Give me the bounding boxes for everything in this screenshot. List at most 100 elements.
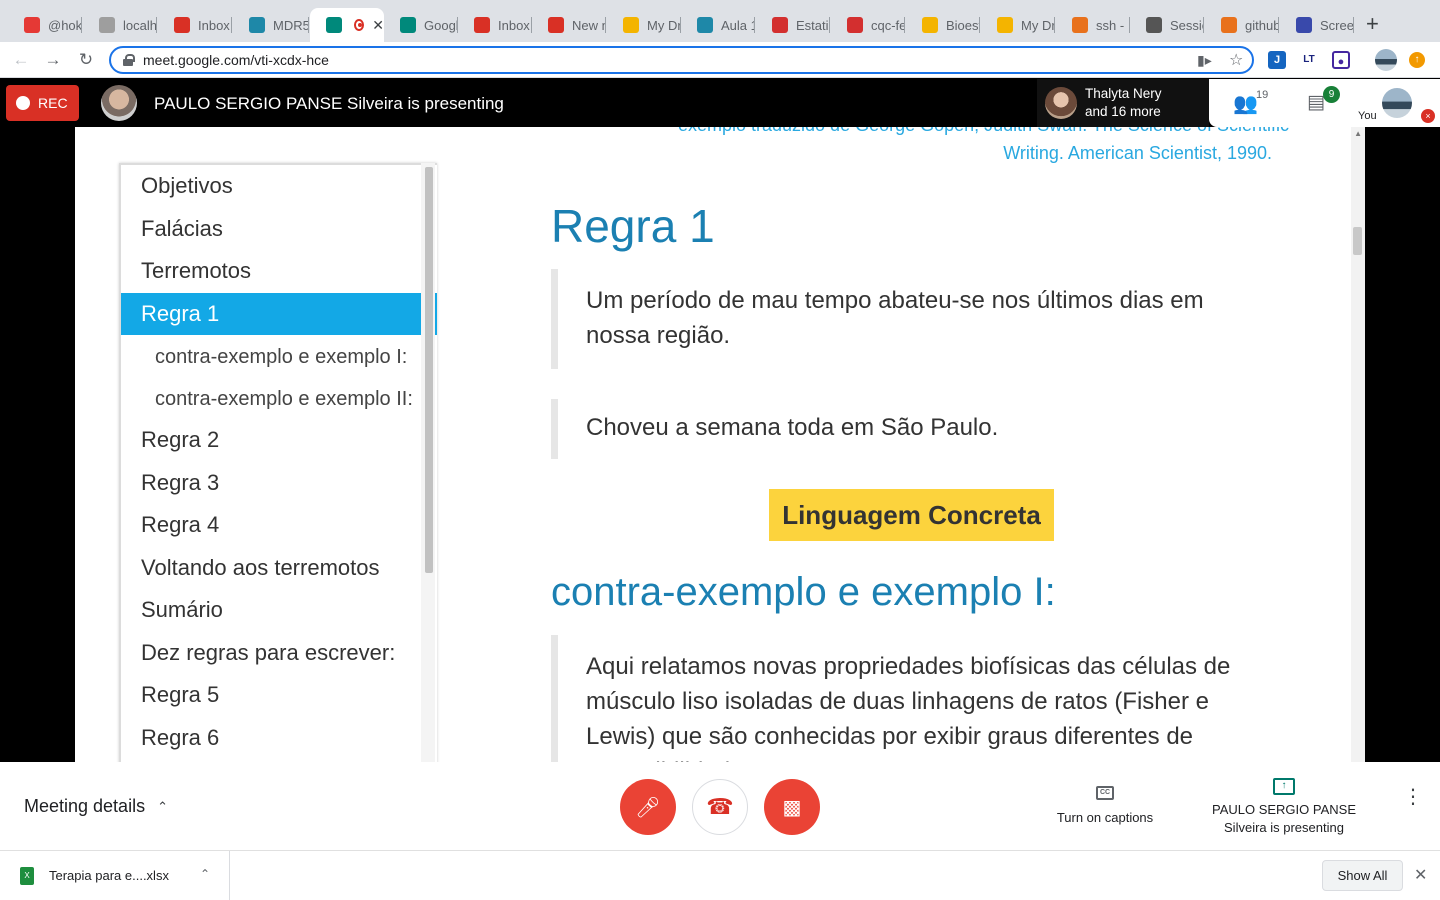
meet-icon bbox=[326, 17, 342, 33]
close-icon[interactable]: ✕ bbox=[1414, 865, 1427, 885]
tab-label: Inbox bbox=[498, 17, 530, 33]
scroll-up-arrow-icon[interactable]: ▲ bbox=[1354, 129, 1362, 138]
extension-translate-icon[interactable]: LT bbox=[1300, 51, 1318, 69]
tab-label: Sessic bbox=[1170, 17, 1204, 33]
reload-button[interactable]: ↻ bbox=[74, 48, 98, 72]
toc-item[interactable]: Regra 3 bbox=[121, 462, 437, 505]
captions-label: Turn on captions bbox=[1056, 810, 1154, 825]
toc-item[interactable]: contra-exemplo e exemplo II: bbox=[121, 377, 437, 419]
download-bar: X Terapia para e....xlsx ⌃ Show All ✕ bbox=[0, 851, 1440, 900]
browser-toolbar: ← → ↻ meet.google.com/vti-xcdx-hce ▮▸ ☆ … bbox=[0, 42, 1440, 78]
browser-tab[interactable]: My Dr bbox=[607, 8, 681, 42]
toc-scrollbar-thumb[interactable] bbox=[425, 167, 433, 573]
globe-icon bbox=[99, 17, 115, 33]
spreadsheet-file-icon: X bbox=[20, 866, 34, 885]
new-tab-button[interactable]: + bbox=[1366, 12, 1379, 36]
classroom-icon bbox=[697, 17, 713, 33]
toc-item[interactable]: Regra 4 bbox=[121, 504, 437, 547]
classroom-icon bbox=[249, 17, 265, 33]
citation[interactable]: Writing. American Scientist, 1990. bbox=[1003, 143, 1272, 164]
forward-button[interactable]: → bbox=[41, 48, 65, 72]
camera-icon[interactable]: ▮▸ bbox=[1197, 52, 1212, 69]
browser-tab[interactable]: New n bbox=[532, 8, 606, 42]
toc-item[interactable]: Voltando aos terremotos bbox=[121, 547, 437, 590]
muted-mic-icon: × bbox=[1421, 109, 1435, 123]
tab-label: @hok bbox=[48, 17, 82, 33]
browser-tab[interactable]: @hok bbox=[8, 8, 82, 42]
drive-icon bbox=[922, 17, 938, 33]
extension-j-icon[interactable]: J bbox=[1268, 51, 1286, 69]
chat-badge: 9 bbox=[1323, 86, 1340, 103]
close-tab-icon[interactable]: ✕ bbox=[372, 17, 384, 34]
red-n-icon bbox=[24, 17, 40, 33]
address-bar[interactable]: meet.google.com/vti-xcdx-hce ▮▸ ☆ bbox=[109, 46, 1254, 74]
browser-tab[interactable]: Googl bbox=[384, 8, 458, 42]
captions-icon: CC bbox=[1096, 786, 1114, 800]
meeting-details-button[interactable]: Meeting details ⌃ bbox=[24, 796, 168, 817]
toc-item[interactable]: Falácias bbox=[121, 208, 437, 251]
github-icon bbox=[1146, 17, 1162, 33]
quote-block: Um período de mau tempo abateu-se nos úl… bbox=[551, 269, 1261, 369]
tab-label: Inbox bbox=[198, 17, 230, 33]
self-avatar[interactable] bbox=[1382, 88, 1412, 118]
present-screen-icon: ↑ bbox=[1273, 778, 1295, 795]
tab-label: MDR5 bbox=[273, 17, 309, 33]
update-icon[interactable]: ↑ bbox=[1409, 52, 1425, 68]
camera-toggle-button[interactable]: ▩ bbox=[764, 779, 820, 835]
browser-tab[interactable]: Inbox bbox=[158, 8, 232, 42]
browser-tab[interactable]: Estati bbox=[756, 8, 830, 42]
tab-label: cqc-fe bbox=[871, 17, 905, 33]
browser-tab[interactable]: localh bbox=[83, 8, 157, 42]
download-item[interactable]: X Terapia para e....xlsx ⌃ bbox=[0, 851, 230, 900]
presentation-status-button[interactable]: ↑ PAULO SERGIO PANSE Silveira is presenti… bbox=[1190, 778, 1378, 837]
browser-tab[interactable]: github bbox=[1205, 8, 1279, 42]
toc-item[interactable]: Regra 2 bbox=[121, 419, 437, 462]
participant-avatar bbox=[1045, 87, 1077, 119]
film-icon bbox=[847, 17, 863, 33]
gmail-icon bbox=[548, 17, 564, 33]
toc-item[interactable]: Terremotos bbox=[121, 250, 437, 293]
hang-up-icon: ☎︎ bbox=[706, 794, 734, 819]
toc-item[interactable]: Sumário bbox=[121, 589, 437, 632]
participant-tile[interactable]: Thalyta Nery and 16 more bbox=[1037, 79, 1209, 127]
browser-tab[interactable]: Bioest bbox=[906, 8, 980, 42]
chevron-up-icon[interactable]: ⌃ bbox=[200, 867, 210, 881]
meet-controls-bar: Meeting details ⌃ 🎤︎ ☎︎ ▩ CC Turn on capti… bbox=[0, 762, 1440, 851]
browser-tab[interactable]: My Dr bbox=[981, 8, 1055, 42]
more-options-icon[interactable]: ⋮ bbox=[1403, 787, 1423, 807]
back-button[interactable]: ← bbox=[9, 48, 33, 72]
browser-tab[interactable]: MDR5 bbox=[233, 8, 309, 42]
quote-block: Aqui relatamos novas propriedades biofís… bbox=[551, 635, 1271, 762]
people-icon[interactable]: 👥 bbox=[1233, 91, 1258, 116]
browser-tab[interactable]: Scree bbox=[1280, 8, 1354, 42]
browser-tab[interactable]: Aula 1 bbox=[681, 8, 755, 42]
toc-item[interactable]: Objetivos bbox=[121, 165, 437, 208]
slide-scrollbar-track[interactable] bbox=[1351, 127, 1365, 762]
highlight-badge: Linguagem Concreta bbox=[769, 489, 1054, 541]
browser-tab[interactable]: cqc-fe bbox=[831, 8, 905, 42]
browser-tab[interactable]: Sessic bbox=[1130, 8, 1204, 42]
stack-icon bbox=[1221, 17, 1237, 33]
tab-separator bbox=[605, 17, 606, 33]
profile-avatar[interactable] bbox=[1375, 49, 1397, 71]
browser-tab[interactable]: ssh - bbox=[1056, 8, 1130, 42]
show-all-button[interactable]: Show All bbox=[1322, 860, 1403, 891]
toc-item[interactable]: contra-exemplo e exemplo I: bbox=[121, 335, 437, 377]
slide-scrollbar-thumb[interactable] bbox=[1353, 227, 1362, 255]
mic-toggle-button[interactable]: 🎤︎ bbox=[620, 779, 676, 835]
leave-call-button[interactable]: ☎︎ bbox=[692, 779, 748, 835]
tab-separator bbox=[754, 17, 755, 33]
tab-label: New n bbox=[572, 17, 606, 33]
toc-item[interactable]: Dez regras para escrever: bbox=[121, 632, 437, 675]
record-dot-icon bbox=[16, 96, 30, 110]
captions-button[interactable]: CC Turn on captions bbox=[1054, 786, 1156, 825]
toc-item[interactable]: Regra 6 bbox=[121, 717, 437, 760]
url-text: meet.google.com/vti-xcdx-hce bbox=[143, 52, 329, 68]
bookmark-star-icon[interactable]: ☆ bbox=[1229, 50, 1243, 70]
browser-tab[interactable]: ✕ bbox=[310, 8, 384, 42]
toc-item[interactable]: Regra 1 bbox=[121, 292, 437, 335]
extension-screen-icon[interactable]: ● bbox=[1332, 51, 1350, 69]
toc-item[interactable]: Regra 5 bbox=[121, 674, 437, 717]
people-count: 19 bbox=[1256, 89, 1269, 101]
browser-tab[interactable]: Inbox bbox=[458, 8, 532, 42]
